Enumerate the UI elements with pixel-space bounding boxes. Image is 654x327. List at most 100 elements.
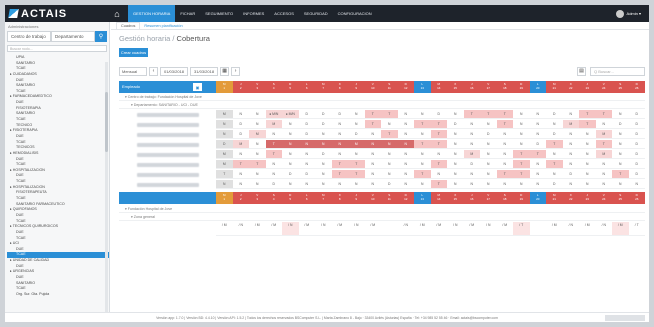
shift-cell[interactable]: D: [315, 150, 332, 159]
shift-cell[interactable]: N: [562, 150, 579, 159]
header-day-16[interactable]: J 16: [463, 81, 480, 93]
shift-cell[interactable]: N: [546, 120, 563, 129]
shift-cell[interactable]: N: [397, 160, 414, 169]
shift-cell[interactable]: N: [628, 180, 645, 189]
shift-cell[interactable]: N: [282, 150, 299, 159]
nav-item-configuracion[interactable]: CONFIGURACION: [333, 5, 377, 22]
shift-cell[interactable]: T: [331, 160, 348, 169]
shift-cell[interactable]: N: [249, 150, 266, 159]
shift-cell[interactable]: N: [447, 170, 464, 179]
shift-cell[interactable]: D: [628, 170, 645, 179]
summary-cell[interactable]: / M: [364, 222, 381, 236]
shift-cell[interactable]: N: [249, 140, 266, 149]
shift-cell[interactable]: N: [348, 180, 365, 189]
shift-cell[interactable]: N: [463, 130, 480, 139]
header-day-20[interactable]: L 20: [529, 81, 546, 93]
shift-cell[interactable]: N: [595, 160, 612, 169]
tree-node[interactable]: Org. Sur. Gta. Pujola: [7, 292, 109, 298]
header-day-25[interactable]: S 25: [612, 81, 629, 93]
shift-cell[interactable]: N: [579, 140, 596, 149]
shift-cell[interactable]: D: [298, 170, 315, 179]
summary-cell[interactable]: / N: [562, 222, 579, 236]
nav-item-accesos[interactable]: ACCESOS: [269, 5, 299, 22]
shift-cell[interactable]: N: [397, 130, 414, 139]
shift-cell[interactable]: D: [315, 120, 332, 129]
shift-cell[interactable]: T: [414, 140, 431, 149]
shift-cell[interactable]: N: [480, 120, 497, 129]
shift-cell[interactable]: N: [513, 110, 530, 119]
shift-cell[interactable]: M: [595, 130, 612, 139]
shift-cell[interactable]: N: [579, 130, 596, 139]
shift-cell[interactable]: N: [480, 180, 497, 189]
header-day-15[interactable]: X 15: [447, 81, 464, 93]
footer-day-2[interactable]: J2: [232, 192, 249, 204]
footer-day-15[interactable]: X 15: [447, 192, 464, 204]
summary-cell[interactable]: / M: [463, 222, 480, 236]
header-day-4[interactable]: S4: [265, 81, 282, 93]
header-day-26[interactable]: D 26: [628, 81, 645, 93]
header-day-21[interactable]: M 21: [546, 81, 563, 93]
shift-cell[interactable]: N: [579, 170, 596, 179]
shift-cell[interactable]: N: [381, 170, 398, 179]
document-icon[interactable]: ▤: [577, 66, 586, 76]
shift-cell[interactable]: N: [430, 150, 447, 159]
shift-cell[interactable]: T: [496, 110, 513, 119]
shift-cell[interactable]: N: [364, 150, 381, 159]
summary-cell[interactable]: / N: [282, 222, 299, 236]
scroll-thumb[interactable]: [105, 92, 108, 152]
shift-cell[interactable]: T: [463, 110, 480, 119]
shift-cell[interactable]: T: [496, 120, 513, 129]
shift-cell[interactable]: N: [562, 140, 579, 149]
shift-cell[interactable]: N: [232, 170, 249, 179]
shift-cell[interactable]: N: [496, 180, 513, 189]
shift-cell[interactable]: N: [414, 150, 431, 159]
shift-cell[interactable]: N: [265, 160, 282, 169]
footer-day-13[interactable]: L 13: [414, 192, 431, 204]
shift-cell[interactable]: N: [315, 180, 332, 189]
footer-day-5[interactable]: D5: [282, 192, 299, 204]
shift-cell[interactable]: N: [546, 170, 563, 179]
next-period-button[interactable]: ›: [231, 66, 241, 76]
shift-cell[interactable]: T: [364, 110, 381, 119]
shift-cell[interactable]: T: [513, 170, 530, 179]
shift-cell[interactable]: N: [315, 160, 332, 169]
shift-cell[interactable]: N: [595, 120, 612, 129]
nav-item-seguridad[interactable]: SEGURIDAD: [299, 5, 333, 22]
shift-cell[interactable]: D: [463, 160, 480, 169]
shift-cell[interactable]: N: [397, 120, 414, 129]
group-row[interactable]: ▾ Zona general: [119, 214, 645, 221]
header-day-6[interactable]: L6: [298, 81, 315, 93]
shift-cell[interactable]: N: [447, 180, 464, 189]
shift-cell[interactable]: N: [216, 130, 233, 139]
header-day-8[interactable]: X8: [331, 81, 348, 93]
shift-cell[interactable]: N: [364, 140, 381, 149]
shift-cell[interactable]: N: [397, 180, 414, 189]
footer-day-16[interactable]: J 16: [463, 192, 480, 204]
group-row[interactable]: ▾ Centro de trabajo: Fundación Hospital …: [119, 94, 645, 101]
sidebar-search-button[interactable]: ⚲: [95, 31, 107, 42]
shift-cell[interactable]: T: [265, 140, 282, 149]
footer-day-6[interactable]: L6: [298, 192, 315, 204]
shift-cell[interactable]: N: [315, 140, 332, 149]
header-day-1[interactable]: M1: [216, 81, 233, 93]
shift-cell[interactable]: N: [447, 140, 464, 149]
date-from-input[interactable]: 01/03/2018: [160, 66, 189, 76]
summary-cell[interactable]: / M: [414, 222, 431, 236]
shift-cell[interactable]: N: [529, 180, 546, 189]
shift-cell[interactable]: N: [331, 180, 348, 189]
shift-cell[interactable]: N: [397, 140, 414, 149]
shift-cell[interactable]: D: [529, 140, 546, 149]
footer-day-20[interactable]: L 20: [529, 192, 546, 204]
shift-cell[interactable]: N: [595, 180, 612, 189]
shift-cell[interactable]: N: [282, 160, 299, 169]
breadcrumb[interactable]: Gestión horaria /: [119, 34, 174, 43]
footer-day-9[interactable]: J9: [348, 192, 365, 204]
shift-cell[interactable]: D: [628, 160, 645, 169]
footer-day-25[interactable]: S 25: [612, 192, 629, 204]
summary-cell[interactable]: / N: [447, 222, 464, 236]
shift-cell[interactable]: T: [381, 130, 398, 139]
summary-cell[interactable]: / M: [298, 222, 315, 236]
shift-cell[interactable]: M: [348, 140, 365, 149]
shift-cell[interactable]: ● M/N: [282, 110, 299, 119]
shift-cell[interactable]: N: [414, 110, 431, 119]
